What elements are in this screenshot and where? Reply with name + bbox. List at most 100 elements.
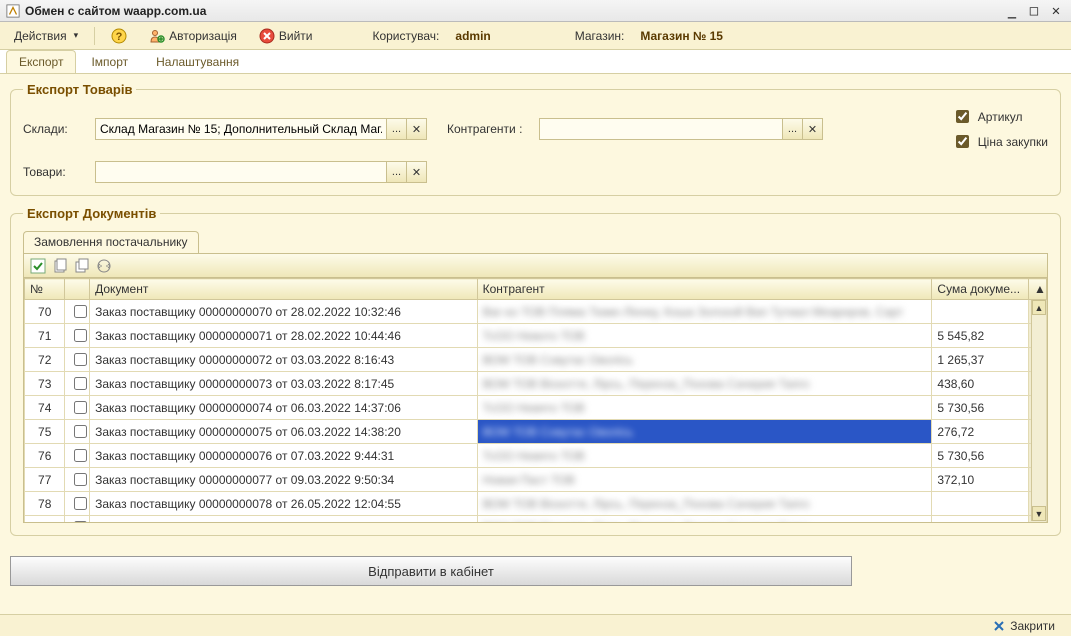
- cell-check[interactable]: [65, 372, 90, 396]
- cell-check[interactable]: [65, 348, 90, 372]
- help-button[interactable]: ?: [105, 26, 133, 46]
- scroll-down-icon[interactable]: ▼: [1032, 506, 1046, 521]
- cell-check[interactable]: [65, 516, 90, 524]
- subtab-supplier-order[interactable]: Замовлення постачальнику: [23, 231, 199, 253]
- grid-copy2-icon[interactable]: [74, 258, 90, 274]
- col-num[interactable]: №: [25, 279, 65, 300]
- stores-input[interactable]: [95, 118, 387, 140]
- grid-copy-icon[interactable]: [52, 258, 68, 274]
- goods-clear-button[interactable]: ✕: [407, 161, 427, 183]
- table-row[interactable]: 74 Заказ поставщику 00000000074 от 06.03.…: [25, 396, 1047, 420]
- chk-price-box[interactable]: [956, 135, 969, 148]
- cell-doc: Заказ поставщику 00000000077 от 09.03.20…: [90, 468, 477, 492]
- cell-kontr: ВОМ ТОВ Віскоття, Лірсь, Перенза_Похова …: [477, 492, 932, 516]
- cell-num: 74: [25, 396, 65, 420]
- main-area: Експорт Товарів Склади: ... ✕ Контрагент…: [0, 74, 1071, 614]
- doc-grid[interactable]: № Документ Контрагент Сума докуме... ▲ 7…: [23, 277, 1048, 523]
- scroll-up-icon[interactable]: ▲: [1032, 300, 1046, 315]
- contr-browse-button[interactable]: ...: [783, 118, 803, 140]
- cell-sum: 372,10: [932, 468, 1029, 492]
- actions-menu[interactable]: Действия ▾: [8, 27, 84, 45]
- chk-price[interactable]: Ціна закупки: [952, 132, 1048, 151]
- exit-button[interactable]: Вийти: [253, 26, 319, 46]
- col-sum[interactable]: Сума докуме...: [932, 279, 1029, 300]
- cell-doc: Заказ поставщику 00000000071 от 28.02.20…: [90, 324, 477, 348]
- row-checkbox[interactable]: [74, 497, 87, 510]
- titlebar: Обмен с сайтом waapp.com.ua _ □ ✕: [0, 0, 1071, 22]
- goods-input[interactable]: [95, 161, 387, 183]
- cell-check[interactable]: [65, 420, 90, 444]
- stores-browse-button[interactable]: ...: [387, 118, 407, 140]
- main-tabs: Експорт Імпорт Налаштування: [0, 50, 1071, 74]
- col-check[interactable]: [65, 279, 90, 300]
- row-checkbox[interactable]: [74, 473, 87, 486]
- row-checkbox[interactable]: [74, 329, 87, 342]
- table-row[interactable]: 76Заказ поставщику 00000000076 от 07.03.…: [25, 444, 1047, 468]
- cell-doc: Заказ поставщику 00000000074 от 06.03.20…: [90, 396, 477, 420]
- cell-doc: Заказ поставщику 00000000075 от 06.03.20…: [90, 420, 477, 444]
- vertical-scrollbar[interactable]: ▲ ▼: [1031, 300, 1046, 521]
- close-icon: [993, 620, 1005, 632]
- cell-check[interactable]: [65, 300, 90, 324]
- cell-kontr: ВОМ ТОВ Совутас Оволісь: [477, 420, 932, 444]
- row-checkbox[interactable]: [74, 425, 87, 438]
- cell-check[interactable]: [65, 324, 90, 348]
- row-checkbox[interactable]: [74, 401, 87, 414]
- table-row[interactable]: 70Заказ поставщику 00000000070 от 28.02.…: [25, 300, 1047, 324]
- export-docs-group: Експорт Документів Замовлення постачальн…: [10, 206, 1061, 536]
- contr-label: Контрагенти :: [447, 122, 539, 136]
- tab-export[interactable]: Експорт: [6, 50, 76, 73]
- row-checkbox[interactable]: [74, 449, 87, 462]
- export-docs-legend: Експорт Документів: [23, 206, 160, 221]
- goods-browse-button[interactable]: ...: [387, 161, 407, 183]
- cell-check[interactable]: [65, 492, 90, 516]
- table-row[interactable]: 75Заказ поставщику 00000000075 от 06.03.…: [25, 420, 1047, 444]
- chk-artikul[interactable]: Артикул: [952, 107, 1048, 126]
- cell-check[interactable]: [65, 396, 90, 420]
- grid-select-all-icon[interactable]: [30, 258, 46, 274]
- cell-num: 79: [25, 516, 65, 524]
- svg-text:?: ?: [116, 31, 123, 43]
- app-icon: [6, 4, 20, 18]
- cell-check[interactable]: [65, 444, 90, 468]
- export-goods-legend: Експорт Товарів: [23, 82, 136, 97]
- cell-num: 71: [25, 324, 65, 348]
- table-row[interactable]: 79Заказ поставщику 00000000079 от 26.05.…: [25, 516, 1047, 524]
- close-button[interactable]: Закрити: [985, 617, 1063, 635]
- col-kontr[interactable]: Контрагент: [477, 279, 932, 300]
- cell-sum: 5 730,56: [932, 444, 1029, 468]
- help-icon: ?: [111, 28, 127, 44]
- cell-check[interactable]: [65, 468, 90, 492]
- table-row[interactable]: 78Заказ поставщику 00000000078 от 26.05.…: [25, 492, 1047, 516]
- minimize-button[interactable]: _: [1003, 4, 1021, 18]
- cell-doc: Заказ поставщику 00000000073 от 03.03.20…: [90, 372, 477, 396]
- cell-sum: 5 730,56: [932, 396, 1029, 420]
- grid-expand-icon[interactable]: [96, 258, 112, 274]
- table-row[interactable]: 73Заказ поставщику 00000000073 от 03.03.…: [25, 372, 1047, 396]
- tab-import[interactable]: Імпорт: [78, 50, 141, 73]
- cell-kontr: ТсОО Невято ТОВ: [477, 444, 932, 468]
- tab-settings[interactable]: Налаштування: [143, 50, 252, 73]
- chk-artikul-box[interactable]: [956, 110, 969, 123]
- cell-sum: [932, 492, 1029, 516]
- auth-button[interactable]: Авторизація: [143, 26, 243, 46]
- row-checkbox[interactable]: [74, 377, 87, 390]
- contr-input[interactable]: [539, 118, 783, 140]
- col-doc[interactable]: Документ: [90, 279, 477, 300]
- close-window-button[interactable]: ✕: [1047, 4, 1065, 18]
- contr-clear-button[interactable]: ✕: [803, 118, 823, 140]
- row-checkbox[interactable]: [74, 521, 87, 523]
- cell-kontr: Новая Паст ТОВ: [477, 468, 932, 492]
- send-to-cabinet-button[interactable]: Відправити в кабінет: [10, 556, 852, 586]
- stores-clear-button[interactable]: ✕: [407, 118, 427, 140]
- table-row[interactable]: 71 Заказ поставщику 00000000071 от 28.02.…: [25, 324, 1047, 348]
- row-checkbox[interactable]: [74, 353, 87, 366]
- table-row[interactable]: 72Заказ поставщику 00000000072 от 03.03.…: [25, 348, 1047, 372]
- table-row[interactable]: 77Заказ поставщику 00000000077 от 09.03.…: [25, 468, 1047, 492]
- window-title: Обмен с сайтом waapp.com.ua: [25, 4, 999, 18]
- row-checkbox[interactable]: [74, 305, 87, 318]
- maximize-button[interactable]: □: [1025, 4, 1043, 18]
- cell-num: 76: [25, 444, 65, 468]
- exit-icon: [259, 28, 275, 44]
- user-label: Користувач:: [372, 29, 439, 43]
